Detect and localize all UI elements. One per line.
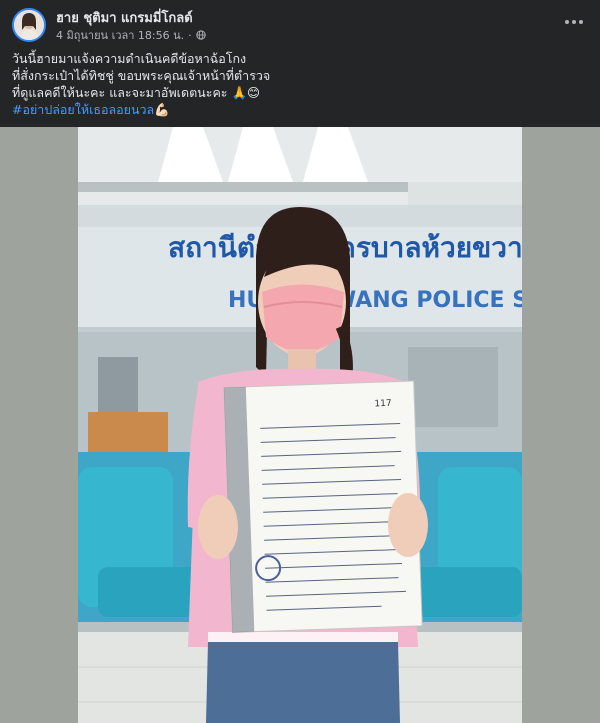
author-name[interactable]: ฮาย ชุติมา แกรมมี่โกลด์	[56, 7, 193, 28]
post-photo[interactable]: สถานีตำรวจนครบาลห้วยขวาง HUAI KHWANG POL…	[78, 127, 522, 723]
post-text-line: ที่สั่งกระเป๋าได้ทิชชู่ ขอบพระคุณเจ้าหน้…	[12, 68, 271, 83]
more-dot-icon	[579, 20, 583, 24]
document-number: 117	[374, 399, 392, 410]
more-dot-icon	[565, 20, 569, 24]
photo-illustration: สถานีตำรวจนครบาลห้วยขวาง HUAI KHWANG POL…	[78, 127, 522, 723]
meta-separator: ·	[188, 28, 192, 42]
more-options-button[interactable]	[562, 12, 586, 32]
globe-icon[interactable]	[195, 30, 206, 40]
photo-area: สถานีตำรวจนครบาลห้วยขวาง HUAI KHWANG POL…	[0, 127, 600, 723]
more-dot-icon	[572, 20, 576, 24]
post-text: วันนี้ฮายมาแจ้งความดำเนินคดีข้อหาฉ้อโกง …	[12, 50, 582, 118]
author-avatar[interactable]	[12, 8, 46, 42]
post-header: ฮาย ชุติมา แกรมมี่โกลด์ 4 มิถุนายน เวลา …	[0, 0, 600, 127]
post-text-line: ที่ดูแลคดีให้นะคะ และจะมาอัพเดตนะคะ 🙏😊	[12, 85, 261, 100]
post-timestamp[interactable]: 4 มิถุนายน เวลา 18:56 น.	[56, 26, 184, 44]
avatar-image	[14, 10, 44, 40]
hashtag-link[interactable]: #อย่าปล่อยให้เธอลอยนวล💪🏻	[12, 101, 582, 118]
post-meta: 4 มิถุนายน เวลา 18:56 น. ·	[56, 26, 206, 44]
post-text-line: วันนี้ฮายมาแจ้งความดำเนินคดีข้อหาฉ้อโกง	[12, 51, 247, 66]
